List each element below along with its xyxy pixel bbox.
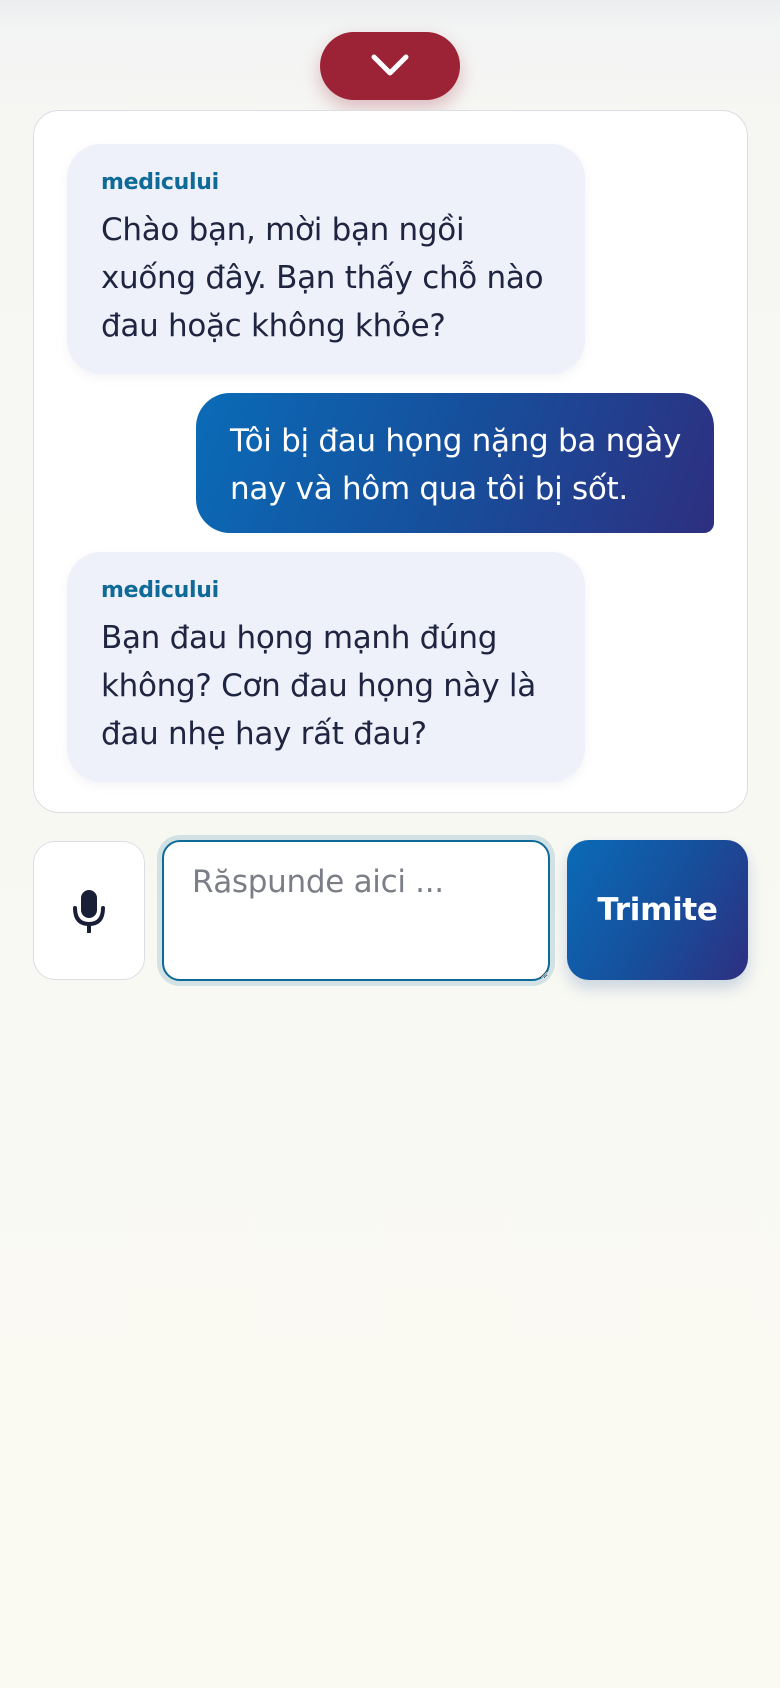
message-text: Chào bạn, mời bạn ngồi xuống đây. Bạn th…: [101, 212, 544, 344]
message-text: Tôi bị đau họng nặng ba ngày nay và hôm …: [230, 423, 682, 507]
chat-panel[interactable]: medicului Chào bạn, mời bạn ngồi xuống đ…: [33, 110, 748, 813]
message-text: Bạn đau họng mạnh đúng không? Cơn đau họ…: [101, 620, 536, 752]
send-button[interactable]: Trimite: [567, 840, 748, 980]
reply-input[interactable]: [162, 840, 550, 981]
microphone-icon: [73, 889, 105, 933]
chevron-down-icon: [371, 54, 409, 76]
top-shadow: [0, 0, 780, 30]
message-bubble-bot: medicului Chào bạn, mời bạn ngồi xuống đ…: [67, 144, 585, 374]
message-sender: medicului: [101, 578, 219, 603]
message-sender: medicului: [101, 170, 219, 195]
collapse-chat-button[interactable]: [320, 32, 460, 100]
message-bubble-bot: medicului Bạn đau họng mạnh đúng không? …: [67, 552, 585, 782]
microphone-button[interactable]: [33, 841, 145, 980]
message-bubble-user: Tôi bị đau họng nặng ba ngày nay và hôm …: [196, 393, 714, 533]
